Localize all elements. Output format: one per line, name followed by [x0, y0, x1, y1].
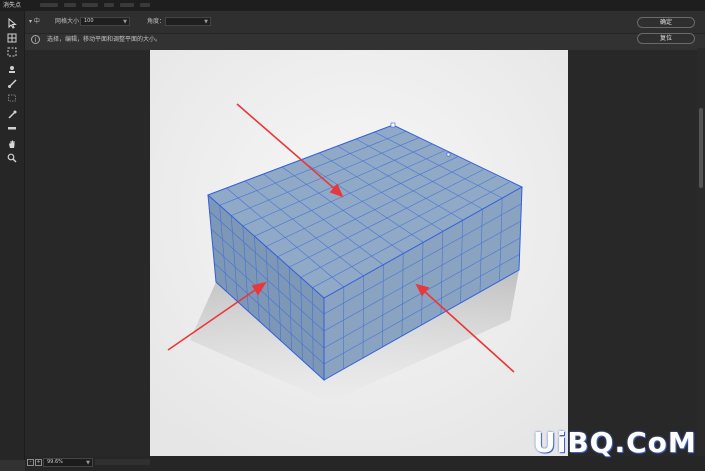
tool-panel — [0, 11, 25, 460]
info-icon: i — [31, 35, 40, 44]
chevron-down-icon: ▼ — [204, 19, 208, 25]
edit-plane-tool-icon[interactable] — [5, 17, 19, 30]
transform-tool-icon[interactable] — [5, 91, 19, 104]
mode-label[interactable]: ▾ 中 — [29, 11, 40, 33]
zoom-tool-icon[interactable] — [5, 151, 19, 164]
grid-size-field[interactable]: 100 ▼ — [80, 17, 130, 26]
create-plane-tool-icon[interactable] — [5, 31, 19, 44]
angle-label: 角度： — [147, 18, 166, 25]
chevron-down-icon: ▼ — [86, 460, 90, 466]
angle-field[interactable]: ▼ — [165, 17, 211, 26]
title-bar: 消失点 — [0, 0, 705, 11]
zoom-out-button[interactable]: - — [27, 459, 34, 466]
marquee-tool-icon[interactable] — [5, 45, 19, 58]
image-canvas[interactable] — [150, 50, 568, 456]
box-with-perspective-grid — [150, 50, 568, 456]
window-title: 消失点 — [3, 2, 22, 9]
chevron-down-icon: ▼ — [123, 19, 127, 25]
zoom-in-button[interactable]: + — [35, 459, 42, 466]
ok-button[interactable]: 确定 — [637, 17, 695, 28]
options-bar: ▾ 中 网格大小： 100 ▼ 角度： ▼ — [25, 11, 705, 34]
measure-tool-icon[interactable] — [5, 121, 19, 134]
reset-button[interactable]: 复位 — [637, 33, 695, 44]
vanishing-point-window: 消失点 ▾ 中 网格大小： 100 ▼ 角度： ▼ i 选择，编辑，移动平面和调… — [0, 0, 705, 471]
zoom-level-field[interactable]: 99.6% ▼ — [43, 458, 93, 467]
hint-text: 选择，编辑，移动平面和调整平面的大小。 — [47, 36, 162, 43]
eyedropper-tool-icon[interactable] — [5, 108, 19, 121]
hand-tool-icon[interactable] — [5, 137, 19, 150]
hint-bar: i 选择，编辑，移动平面和调整平面的大小。 — [25, 33, 635, 48]
brush-tool-icon[interactable] — [5, 77, 19, 90]
vertical-scrollbar[interactable] — [697, 48, 705, 458]
watermark-logo: UiBQ.CoM — [533, 426, 697, 459]
stamp-tool-icon[interactable] — [5, 63, 19, 76]
scrollbar-thumb[interactable] — [699, 108, 703, 188]
